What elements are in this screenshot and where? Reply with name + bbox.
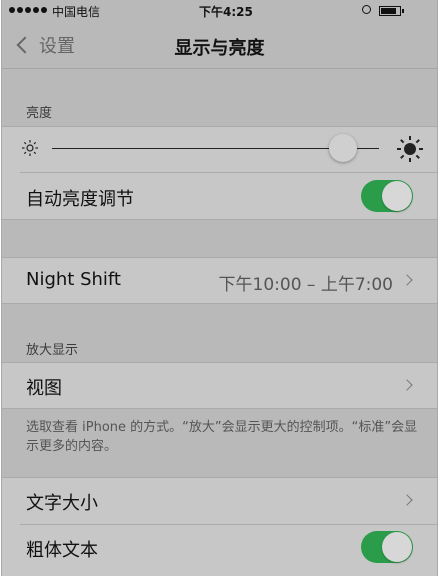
bold-text-label: 粗体文本 xyxy=(26,540,98,561)
divider xyxy=(2,219,437,220)
auto-brightness-label: 自动亮度调节 xyxy=(26,189,134,210)
toggle-knob xyxy=(382,532,412,562)
view-row[interactable] xyxy=(2,362,437,409)
orientation-lock-icon xyxy=(362,5,371,14)
text-size-label[interactable]: 文字大小 xyxy=(26,489,98,515)
status-bar: 中国电信 下午4:25 xyxy=(2,0,437,22)
divider xyxy=(2,126,437,127)
battery-icon xyxy=(379,6,404,16)
divider xyxy=(2,257,437,258)
sun-large-icon xyxy=(397,136,423,162)
sun-small-icon xyxy=(22,140,38,156)
brightness-section-header: 亮度 xyxy=(26,106,53,121)
view-label: 视图 xyxy=(26,378,62,399)
signal-strength-icon xyxy=(9,7,47,13)
carrier-label: 中国电信 xyxy=(52,5,101,19)
bold-text-toggle[interactable] xyxy=(361,531,413,563)
navigation-bar: 设置 显示与亮度 xyxy=(2,22,437,69)
divider xyxy=(2,408,437,409)
night-shift-label: Night Shift xyxy=(26,269,121,290)
divider xyxy=(20,172,437,173)
divider xyxy=(2,362,437,363)
divider xyxy=(2,303,437,304)
divider xyxy=(2,477,437,478)
page-title: 显示与亮度 xyxy=(174,38,265,59)
brightness-slider-thumb[interactable] xyxy=(329,134,358,162)
zoom-section-header: 放大显示 xyxy=(26,343,79,358)
night-shift-schedule: 下午10:00 – 上午7:00 xyxy=(218,275,393,295)
zoom-footer-text: 选取查看 iPhone 的方式。“放大”会显示更大的控制项。“标准”会显示更多的… xyxy=(26,420,418,454)
status-time: 下午4:25 xyxy=(199,5,253,19)
auto-brightness-toggle[interactable] xyxy=(361,180,413,212)
display-brightness-screen: 中国电信 下午4:25 设置 显示与亮度 亮度 自动亮度调节 Night Shi… xyxy=(1,0,438,576)
toggle-knob xyxy=(382,181,412,211)
divider xyxy=(20,524,437,525)
